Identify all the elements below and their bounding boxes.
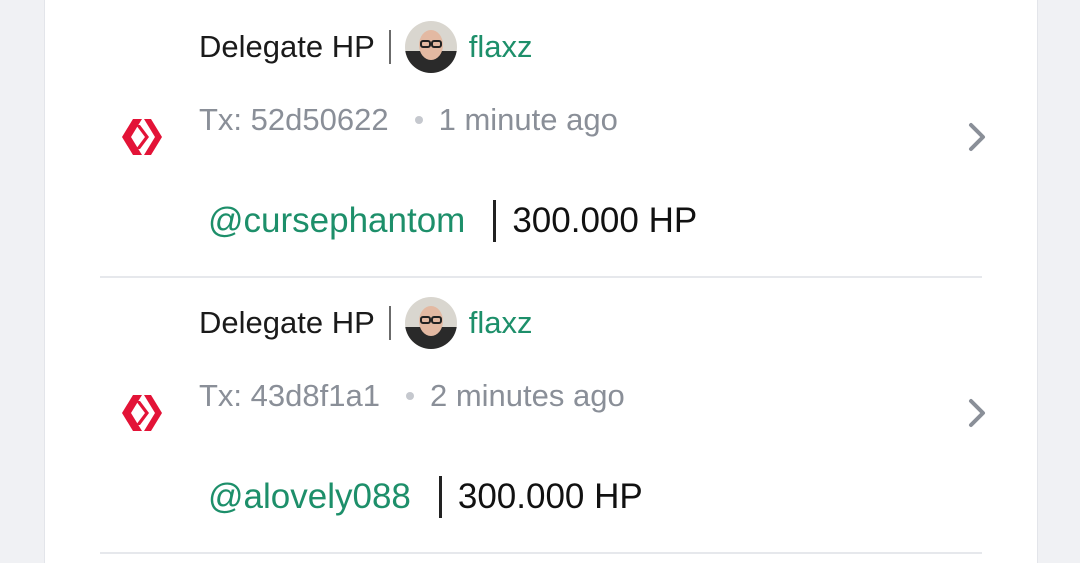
transaction-details: @cursephantom 300.000 HP bbox=[208, 196, 697, 246]
operation-label: Delegate HP bbox=[199, 29, 375, 64]
dot-separator bbox=[405, 392, 414, 400]
separator bbox=[438, 476, 442, 518]
chevron-right-icon[interactable] bbox=[960, 396, 994, 430]
transactions-card: Delegate HP flaxz Tx: 52d50622 1 minute … bbox=[44, 0, 1038, 563]
transaction-meta: Tx: 43d8f1a1 2 minutes ago bbox=[199, 376, 625, 416]
dot-separator bbox=[414, 116, 423, 124]
transaction-header: Delegate HP flaxz bbox=[199, 296, 533, 350]
tx-id[interactable]: Tx: 52d50622 bbox=[199, 102, 389, 138]
delegatee-link[interactable]: @cursephantom bbox=[208, 201, 465, 241]
author-link[interactable]: flaxz bbox=[469, 305, 533, 341]
separator bbox=[388, 30, 391, 64]
transaction-row[interactable]: Delegate HP flaxz Tx: 52d50622 1 minute … bbox=[100, 0, 985, 278]
amount-value: 300.000 HP bbox=[457, 477, 643, 516]
transaction-details: @alovely088 300.000 HP bbox=[208, 472, 643, 522]
transaction-meta: Tx: 52d50622 1 minute ago bbox=[199, 100, 618, 140]
timestamp: 2 minutes ago bbox=[429, 378, 625, 413]
transaction-header: Delegate HP flaxz bbox=[199, 20, 533, 74]
author-link[interactable]: flaxz bbox=[469, 29, 533, 65]
separator bbox=[388, 306, 391, 340]
timestamp: 1 minute ago bbox=[438, 102, 618, 137]
tx-id[interactable]: Tx: 43d8f1a1 bbox=[199, 378, 380, 414]
chevron-right-icon[interactable] bbox=[960, 120, 994, 154]
hive-logo-icon bbox=[122, 119, 162, 155]
separator bbox=[493, 200, 497, 242]
avatar[interactable] bbox=[404, 21, 457, 73]
hive-logo-icon bbox=[122, 395, 162, 431]
transaction-row[interactable]: Delegate HP flaxz Tx: 43d8f1a1 2 minutes… bbox=[100, 276, 985, 554]
operation-label: Delegate HP bbox=[199, 305, 375, 340]
amount-value: 300.000 HP bbox=[512, 201, 698, 240]
delegatee-link[interactable]: @alovely088 bbox=[208, 477, 411, 517]
avatar[interactable] bbox=[404, 297, 457, 349]
